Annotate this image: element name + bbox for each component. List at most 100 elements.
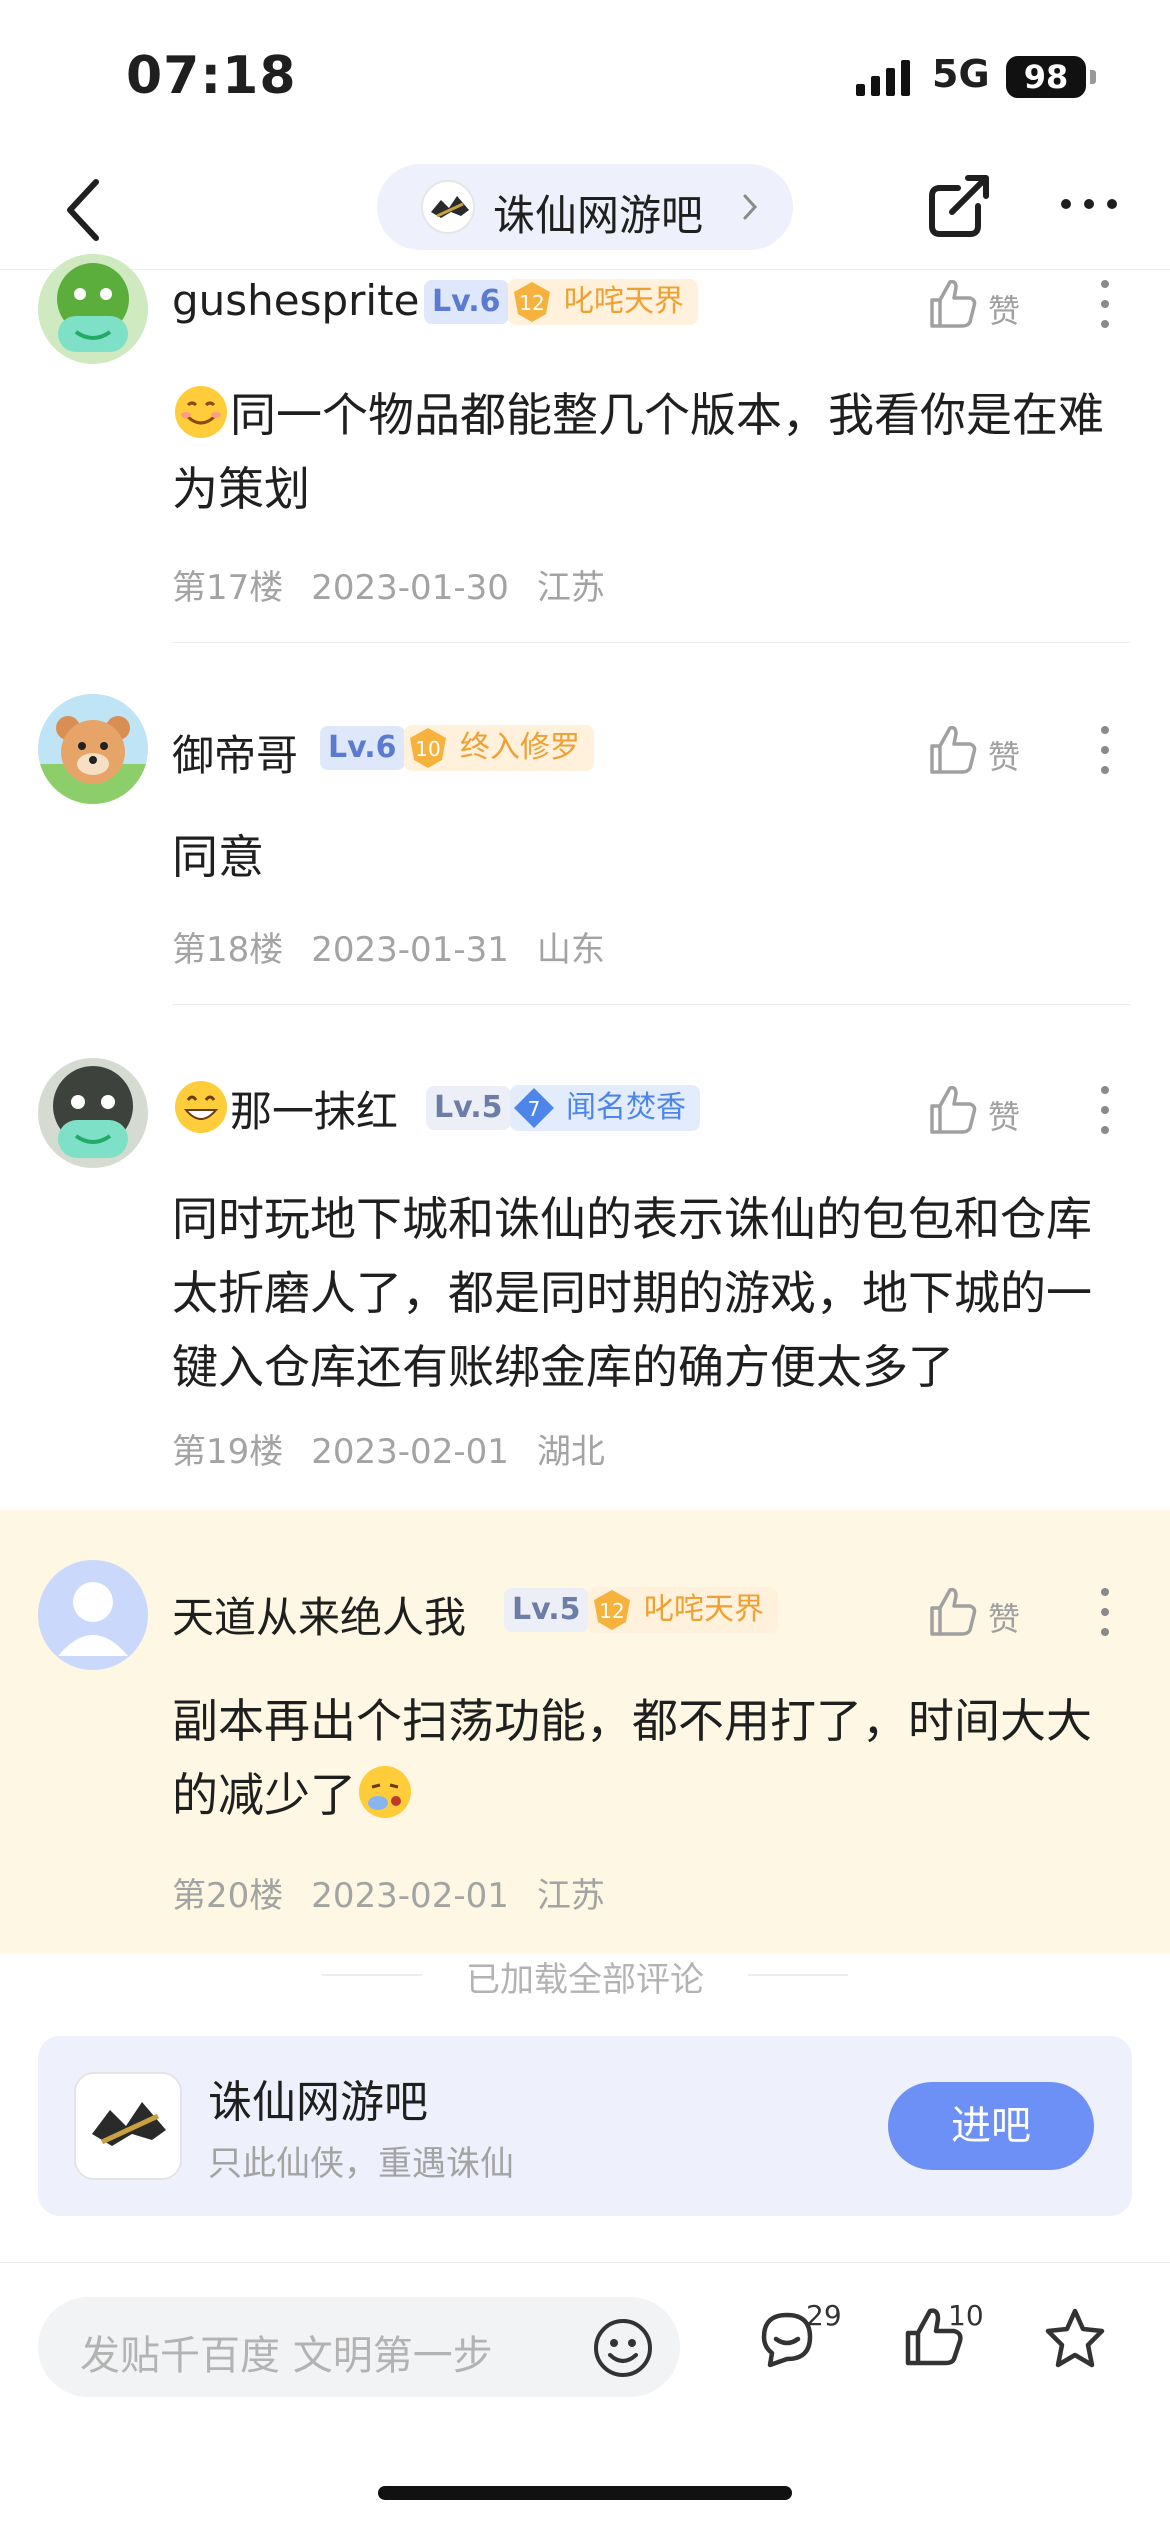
status-bar: 07:18 5G 98	[0, 0, 1170, 150]
star-icon[interactable]	[1040, 2303, 1110, 2373]
post-region: 江苏	[536, 568, 605, 608]
post-more-icon[interactable]	[1092, 720, 1118, 780]
default-avatar-icon	[58, 1582, 128, 1656]
thumbs-up-icon[interactable]	[922, 1080, 982, 1140]
post-meta: 第20楼 2023-02-01 江苏	[172, 1868, 633, 1917]
username[interactable]: gushesprite	[172, 276, 419, 325]
level-badge: Lv.6	[424, 280, 509, 324]
post-content: 同时玩地下城和诛仙的表示诛仙的包包和仓库太折磨人了，都是同时期的游戏，地下城的一…	[172, 1192, 1092, 1394]
avatar[interactable]	[38, 1560, 148, 1670]
battery-icon: 98	[1006, 56, 1086, 98]
like-count: 10	[948, 2299, 984, 2332]
post-content: 同意	[172, 830, 264, 884]
like-label[interactable]: 赞	[988, 1594, 1020, 1640]
back-arrow-icon[interactable]	[52, 172, 122, 248]
comment-count: 29	[806, 2299, 842, 2332]
post-text: 副本再出个扫荡功能，都不用打了，时间大大的减少了	[172, 1694, 1092, 1822]
badge-shield-icon: 10	[410, 728, 446, 768]
post-region: 山东	[536, 930, 605, 970]
emoji-icon[interactable]	[592, 2317, 654, 2379]
post-content: 副本再出个扫荡功能，都不用打了，时间大大的减少了	[172, 1684, 1132, 1832]
forum-logo-icon	[431, 196, 469, 218]
badge-diamond-icon: 7	[514, 1088, 554, 1128]
thumbs-up-icon[interactable]	[922, 1582, 982, 1642]
badge-title: 闻名焚香	[566, 1090, 686, 1125]
post-meta: 第17楼 2023-01-30 江苏	[172, 560, 633, 609]
username[interactable]: 天道从来绝人我	[172, 1584, 466, 1645]
avatar[interactable]	[38, 1058, 148, 1168]
thumbs-up-icon[interactable]	[922, 720, 982, 780]
username-text: 那一抹红	[230, 1087, 399, 1136]
badge-title: 叱咤天界	[564, 284, 684, 319]
badge-shield-icon: 12	[514, 282, 550, 322]
honor-badge: 12 叱咤天界	[588, 1587, 778, 1633]
divider	[172, 1004, 1130, 1005]
badge-shield-icon: 12	[594, 1590, 630, 1630]
forum-card-name: 诛仙网游吧	[208, 2077, 428, 2128]
enter-forum-button[interactable]: 进吧	[888, 2082, 1094, 2170]
battery-cap	[1090, 70, 1096, 84]
grin-emoji-icon	[175, 1081, 227, 1133]
like-label[interactable]: 赞	[988, 732, 1020, 778]
post-region: 江苏	[536, 1876, 605, 1916]
honor-badge: 12 叱咤天界	[508, 279, 698, 325]
share-icon[interactable]	[922, 168, 998, 244]
svg-text:7: 7	[528, 1097, 541, 1121]
like-label[interactable]: 赞	[988, 1092, 1020, 1138]
avatar[interactable]	[38, 254, 148, 364]
home-indicator	[378, 2486, 792, 2500]
floor-number: 第18楼	[172, 930, 284, 970]
post-text: 同一个物品都能整几个版本，我看你是在难为策划	[172, 388, 1104, 516]
svg-text:12: 12	[519, 291, 544, 315]
honor-badge: 7 闻名焚香	[510, 1085, 700, 1131]
chevron-right-icon	[743, 194, 758, 220]
post-more-icon[interactable]	[1092, 1080, 1118, 1140]
post-content: 同一个物品都能整几个版本，我看你是在难为策划	[172, 378, 1132, 526]
avatar[interactable]	[38, 694, 148, 804]
forum-card-slogan: 只此仙侠，重遇诛仙	[208, 2144, 514, 2184]
forum-card[interactable]: 诛仙网游吧 只此仙侠，重遇诛仙 进吧	[38, 2036, 1132, 2216]
avatar-image	[38, 716, 148, 804]
loaded-all-comments: 已加载全部评论	[466, 1960, 704, 2000]
badge-title: 终入修罗	[460, 730, 580, 765]
nav-bar: 诛仙网游吧	[0, 150, 1170, 270]
svg-text:10: 10	[415, 737, 440, 761]
divider	[172, 642, 1130, 643]
more-options-icon[interactable]	[1058, 184, 1120, 224]
post-date: 2023-01-31	[311, 930, 509, 970]
avatar-image	[57, 263, 129, 352]
network-type: 5G	[932, 52, 990, 96]
signal-icon	[856, 60, 910, 96]
honor-badge: 10 终入修罗	[404, 725, 594, 771]
post-date: 2023-02-01	[311, 1876, 509, 1916]
like-label[interactable]: 赞	[988, 286, 1020, 332]
forum-logo	[74, 2072, 182, 2180]
smile-emoji-icon	[175, 386, 227, 438]
svg-text:12: 12	[599, 1599, 624, 1623]
reply-placeholder: 发贴千百度 文明第一步	[80, 2333, 493, 2379]
forum-entry-pill[interactable]: 诛仙网游吧	[377, 164, 793, 250]
forum-logo	[421, 180, 475, 234]
yawn-emoji-icon	[359, 1766, 411, 1818]
reply-input[interactable]: 发贴千百度 文明第一步	[38, 2297, 680, 2397]
thumbs-up-icon[interactable]	[922, 274, 982, 334]
avatar-image	[53, 1066, 133, 1158]
level-badge: Lv.5	[426, 1086, 511, 1130]
post-more-icon[interactable]	[1092, 1582, 1118, 1642]
forum-logo-icon	[92, 2102, 166, 2146]
post-meta: 第19楼 2023-02-01 湖北	[172, 1424, 633, 1473]
floor-number: 第17楼	[172, 568, 284, 608]
post-date: 2023-01-30	[311, 568, 509, 608]
username[interactable]: 御帝哥	[172, 722, 298, 783]
post-region: 湖北	[536, 1432, 605, 1472]
post-more-icon[interactable]	[1092, 274, 1118, 334]
post-meta: 第18楼 2023-01-31 山东	[172, 922, 633, 971]
status-time: 07:18	[126, 46, 297, 106]
username[interactable]: 那一抹红	[172, 1078, 398, 1139]
divider-right	[748, 1974, 848, 1976]
floor-number: 第19楼	[172, 1432, 284, 1472]
level-badge: Lv.5	[504, 1588, 589, 1632]
level-badge: Lv.6	[320, 726, 405, 770]
forum-name: 诛仙网游吧	[493, 191, 704, 240]
post-date: 2023-02-01	[311, 1432, 509, 1472]
